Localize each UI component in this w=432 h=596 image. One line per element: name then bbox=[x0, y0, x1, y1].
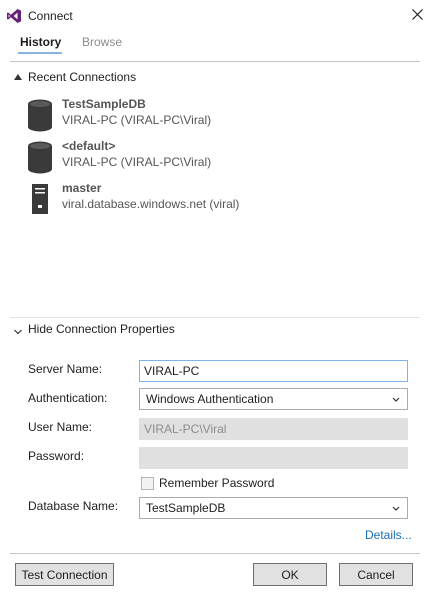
title-bar: Connect bbox=[0, 0, 432, 32]
cancel-button[interactable]: Cancel bbox=[339, 563, 413, 586]
recent-connections-toggle[interactable]: Recent Connections bbox=[14, 70, 136, 84]
hide-connection-properties-toggle[interactable]: Hide Connection Properties bbox=[14, 322, 175, 336]
visual-studio-icon bbox=[6, 8, 22, 24]
chevron-down-icon bbox=[391, 393, 401, 403]
database-icon bbox=[26, 141, 54, 175]
chevron-down-icon bbox=[391, 502, 401, 512]
remember-password-label: Remember Password bbox=[159, 476, 275, 490]
collapse-triangle-icon bbox=[14, 74, 22, 80]
authentication-value: Windows Authentication bbox=[146, 392, 274, 406]
database-name-value: TestSampleDB bbox=[146, 501, 226, 515]
ok-button[interactable]: OK bbox=[253, 563, 327, 586]
tab-divider bbox=[10, 61, 420, 62]
recent-connection-item[interactable]: TestSampleDB VIRAL-PC (VIRAL-PC\Viral) bbox=[26, 97, 406, 137]
database-name-select[interactable]: TestSampleDB bbox=[139, 497, 408, 519]
connection-detail: VIRAL-PC (VIRAL-PC\Viral) bbox=[62, 155, 212, 169]
user-name-label: User Name: bbox=[28, 420, 93, 434]
close-button[interactable] bbox=[406, 5, 428, 27]
connection-name: master bbox=[62, 181, 102, 195]
authentication-select[interactable]: Windows Authentication bbox=[139, 388, 408, 410]
recent-connection-item[interactable]: <default> VIRAL-PC (VIRAL-PC\Viral) bbox=[26, 139, 406, 179]
chevron-down-icon bbox=[14, 325, 22, 335]
close-icon bbox=[411, 9, 423, 23]
user-name-input: VIRAL-PC\Viral bbox=[139, 418, 408, 440]
section-divider bbox=[10, 317, 420, 318]
server-icon bbox=[26, 183, 54, 217]
database-icon bbox=[26, 99, 54, 133]
test-connection-button[interactable]: Test Connection bbox=[15, 563, 114, 586]
connection-name: <default> bbox=[62, 139, 116, 153]
recent-connections-label: Recent Connections bbox=[28, 70, 137, 84]
connection-detail: viral.database.windows.net (viral) bbox=[62, 197, 240, 211]
server-name-label: Server Name: bbox=[28, 362, 103, 376]
database-name-label: Database Name: bbox=[28, 499, 119, 513]
tab-browse[interactable]: Browse bbox=[82, 35, 122, 49]
password-label: Password: bbox=[28, 449, 85, 463]
bottom-divider bbox=[10, 553, 420, 554]
password-input bbox=[139, 447, 408, 469]
connection-name: TestSampleDB bbox=[62, 97, 146, 111]
window-title: Connect bbox=[28, 9, 73, 23]
remember-password-checkbox[interactable] bbox=[141, 477, 154, 490]
tab-history[interactable]: History bbox=[20, 35, 61, 49]
active-tab-indicator bbox=[18, 52, 62, 54]
hide-connection-properties-label: Hide Connection Properties bbox=[28, 322, 175, 336]
authentication-label: Authentication: bbox=[28, 391, 108, 405]
connection-detail: VIRAL-PC (VIRAL-PC\Viral) bbox=[62, 113, 212, 127]
server-name-input[interactable] bbox=[139, 360, 408, 382]
details-link[interactable]: Details... bbox=[365, 528, 412, 542]
recent-connection-item[interactable]: master viral.database.windows.net (viral… bbox=[26, 181, 406, 221]
